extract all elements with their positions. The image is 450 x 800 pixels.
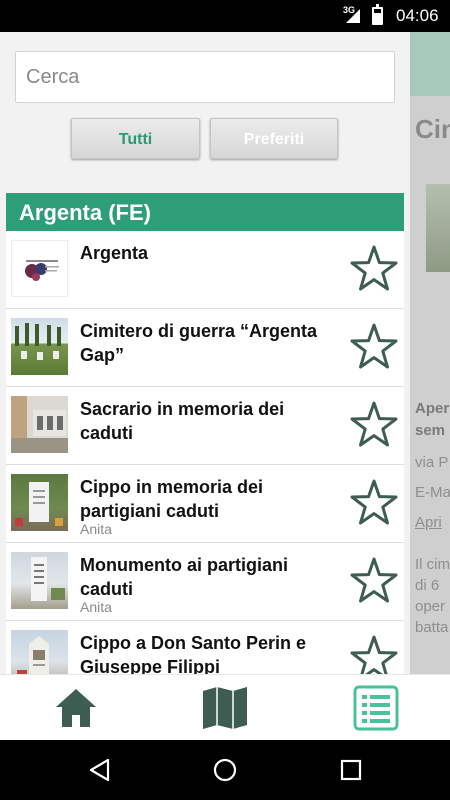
item-thumbnail: [11, 396, 68, 453]
system-navigation-bar: [0, 740, 450, 800]
favorite-star-icon[interactable]: [346, 242, 402, 298]
section-header: Argenta (FE): [6, 193, 404, 231]
list-item[interactable]: Argenta: [6, 231, 404, 309]
item-title: Sacrario in memoria dei caduti: [80, 399, 285, 443]
navigation-drawer: Tutti Preferiti Argenta (FE) Argenta: [0, 32, 410, 674]
item-thumbnail: [11, 474, 68, 531]
item-title: Cimitero di guerra “Argenta Gap”: [80, 321, 318, 365]
item-thumbnail: [11, 240, 68, 297]
background-title: Cim: [415, 114, 450, 144]
background-line: E-Ma: [415, 484, 450, 501]
home-icon[interactable]: [53, 685, 99, 731]
list-item[interactable]: Cippo in memoria dei partigiani caduti A…: [6, 465, 404, 543]
cippo-photo: [15, 482, 63, 526]
item-thumbnail: [11, 552, 68, 609]
cemetery-photo: [15, 323, 61, 360]
item-title: Argenta: [80, 243, 149, 263]
home-circle-icon[interactable]: [213, 758, 237, 782]
battery-icon: [372, 4, 383, 25]
background-line: sem: [415, 422, 446, 439]
background-toolbar: [410, 32, 450, 96]
tab-favorites-button[interactable]: Preferiti: [210, 118, 338, 159]
status-bar: 3G 04:06: [0, 0, 450, 32]
favorite-star-icon[interactable]: [346, 320, 402, 376]
item-title: Cippo a Don Santo Perin e Giuseppe Filip…: [80, 633, 307, 674]
signal-icon: [346, 9, 360, 23]
background-line: oper: [415, 598, 446, 615]
sacrario-photo: [11, 410, 68, 453]
favorite-star-icon[interactable]: [346, 554, 402, 610]
list-item[interactable]: Cippo a Don Santo Perin e Giuseppe Filip…: [6, 621, 404, 674]
background-link: Apri: [415, 514, 442, 531]
recents-icon[interactable]: [339, 758, 363, 782]
background-line: batta: [415, 619, 449, 636]
tab-all-button[interactable]: Tutti: [71, 118, 200, 159]
back-icon[interactable]: [88, 758, 112, 782]
logo-icon: [25, 260, 59, 281]
list-icon[interactable]: [353, 685, 399, 731]
favorite-star-icon[interactable]: [346, 398, 402, 454]
item-thumbnail: [11, 630, 68, 674]
cippo2-photo: [17, 636, 49, 674]
item-subtitle: Anita: [80, 599, 112, 615]
background-line: Aper: [415, 400, 450, 417]
item-title: Monumento ai partigiani caduti: [80, 555, 289, 599]
item-title: Cippo in memoria dei partigiani caduti: [80, 477, 264, 521]
favorite-star-icon[interactable]: [346, 632, 402, 674]
list-item[interactable]: Sacrario in memoria dei caduti: [6, 387, 404, 465]
background-line: via P: [415, 454, 449, 471]
list-item[interactable]: Monumento ai partigiani caduti Anita: [6, 543, 404, 621]
monument-photo: [31, 557, 65, 601]
clock: 04:06: [396, 6, 439, 25]
item-subtitle: Anita: [80, 521, 112, 537]
background-image: [426, 184, 450, 272]
favorite-star-icon[interactable]: [346, 476, 402, 532]
bottom-navigation-bar: [0, 674, 450, 740]
background-line: di 6: [415, 577, 440, 594]
background-detail-page: Cim Aper sem via P E-Ma Apri Il cim di 6…: [410, 32, 450, 674]
list-item[interactable]: Cimitero di guerra “Argenta Gap”: [6, 309, 404, 387]
background-line: Il cim: [415, 556, 450, 573]
item-thumbnail: [11, 318, 68, 375]
map-icon[interactable]: [201, 685, 249, 731]
search-input[interactable]: [15, 51, 395, 103]
